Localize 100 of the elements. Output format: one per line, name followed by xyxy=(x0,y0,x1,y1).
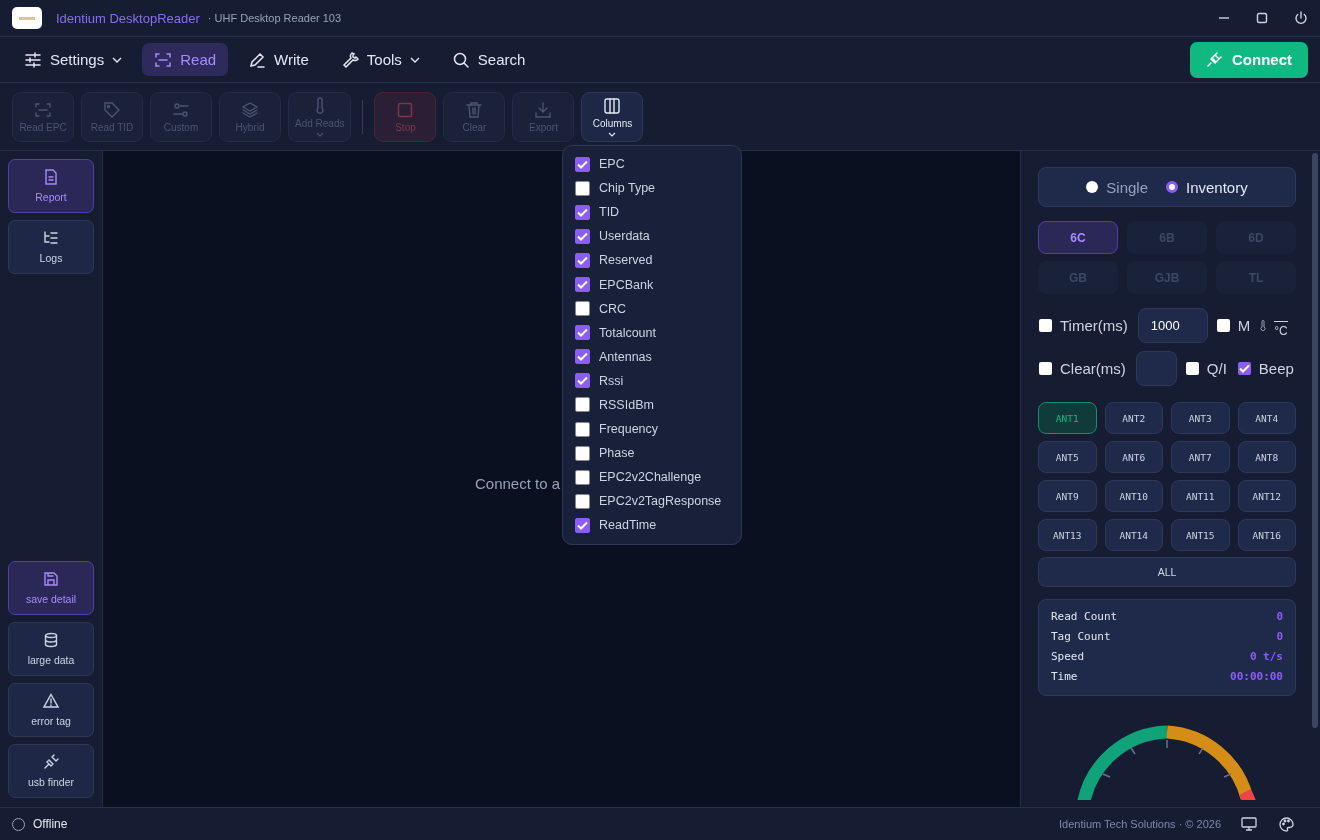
pencil-icon xyxy=(248,50,267,69)
menu-item-label[interactable]: EPC xyxy=(599,157,625,172)
list-icon xyxy=(43,230,59,246)
stat-value: 0 xyxy=(1276,610,1283,623)
antenna-button[interactable]: ANT5 xyxy=(1038,441,1097,473)
antenna-button[interactable]: ANT6 xyxy=(1104,441,1163,473)
menu-item-label[interactable]: Chip Type xyxy=(599,181,656,196)
checkbox[interactable] xyxy=(575,325,590,341)
menu-item-label[interactable]: ReadTime xyxy=(599,518,657,533)
checkbox[interactable] xyxy=(575,252,590,268)
checkbox-label: Q/I xyxy=(1206,360,1227,377)
checkbox[interactable] xyxy=(575,469,590,485)
timer-input[interactable]: 1000 xyxy=(1137,308,1208,343)
sidebar-item[interactable]: usb finder xyxy=(8,744,94,798)
monitor-icon[interactable] xyxy=(1241,817,1257,831)
menu-item-label[interactable]: Reserved xyxy=(599,253,653,268)
wrench-icon xyxy=(340,50,359,69)
checkbox[interactable] xyxy=(575,493,590,509)
tag-icon xyxy=(103,100,121,119)
menu-item-label[interactable]: RSSIdBm xyxy=(599,398,654,412)
checkbox[interactable] xyxy=(1216,319,1230,332)
checkbox[interactable] xyxy=(575,445,590,461)
antenna-button[interactable]: ANT2 xyxy=(1104,402,1163,434)
checkbox[interactable] xyxy=(1237,362,1251,375)
menu-item-label[interactable]: Rssi xyxy=(599,373,624,388)
sliders-icon xyxy=(172,100,190,119)
radio-button[interactable] xyxy=(1166,181,1178,193)
maximize-icon[interactable] xyxy=(1256,12,1268,24)
menu-item-label[interactable]: Userdata xyxy=(599,229,650,244)
menu-item-label[interactable]: EPCBank xyxy=(599,277,654,292)
menu-item-label[interactable]: EPC2v2TagResponse xyxy=(599,494,722,509)
protocol-button[interactable]: 6C xyxy=(1038,221,1118,254)
radio-label[interactable]: Inventory xyxy=(1186,178,1248,196)
power-icon[interactable] xyxy=(1294,11,1308,25)
antenna-button[interactable]: ANT4 xyxy=(1237,402,1296,434)
antenna-button[interactable]: ANT3 xyxy=(1171,402,1230,434)
nav-tab[interactable]: Search xyxy=(439,43,538,76)
checkbox[interactable] xyxy=(575,301,590,317)
antenna-button[interactable]: ANT15 xyxy=(1171,519,1230,551)
checkbox[interactable] xyxy=(575,204,590,220)
checkbox[interactable] xyxy=(1039,319,1052,332)
clear-input[interactable] xyxy=(1135,351,1177,386)
antenna-button[interactable]: ANT1 xyxy=(1038,402,1097,434)
nav-tab[interactable]: Write xyxy=(236,43,321,76)
menu-item-label[interactable]: Totalcount xyxy=(599,325,656,340)
checkbox[interactable] xyxy=(575,373,590,389)
database-icon xyxy=(43,632,59,648)
antenna-button[interactable]: ANT12 xyxy=(1237,480,1296,512)
checkbox[interactable] xyxy=(575,277,590,292)
radio-label[interactable]: Single xyxy=(1106,178,1148,196)
palette-icon[interactable] xyxy=(1279,816,1294,832)
menu-item-label[interactable]: CRC xyxy=(599,301,627,316)
sidebar-item[interactable]: error tag xyxy=(8,683,94,737)
antenna-button[interactable]: ANT11 xyxy=(1171,480,1230,512)
checkbox[interactable] xyxy=(575,517,590,533)
scan-icon xyxy=(154,50,173,69)
toolbar-button[interactable]: Columns xyxy=(581,91,644,142)
checkbox[interactable] xyxy=(1185,362,1199,375)
square-icon xyxy=(396,100,415,119)
menu-item-label[interactable]: TID xyxy=(599,205,620,220)
checkbox[interactable] xyxy=(575,397,590,413)
radio-button[interactable] xyxy=(1086,181,1099,193)
menu-item-label[interactable]: EPC2v2Challenge xyxy=(599,470,702,485)
sidebar-item[interactable]: Logs xyxy=(8,220,94,274)
usb-icon xyxy=(43,754,59,770)
checkbox[interactable] xyxy=(575,349,590,365)
checkbox[interactable] xyxy=(1039,362,1052,375)
checkbox-label: Beep xyxy=(1258,360,1294,377)
plug-icon xyxy=(1206,51,1222,68)
menu-item-label[interactable]: Frequency xyxy=(599,422,659,437)
antenna-button[interactable]: ANT9 xyxy=(1038,480,1097,512)
antenna-button[interactable]: ANT8 xyxy=(1237,441,1296,473)
antenna-button[interactable]: ANT16 xyxy=(1237,519,1296,551)
checkbox[interactable] xyxy=(575,421,590,437)
nav-tab[interactable]: Read xyxy=(142,43,229,76)
all-antennas-button[interactable]: ALL xyxy=(1038,557,1296,587)
download-icon xyxy=(534,100,553,119)
menu-item-label[interactable]: Antennas xyxy=(599,349,652,364)
stat-value: 00:00:00 xyxy=(1230,670,1283,683)
nav-tab[interactable]: Settings xyxy=(12,43,135,76)
checkbox-label: Timer(ms) xyxy=(1060,317,1128,334)
nav-tab[interactable]: Tools xyxy=(328,43,432,76)
sidebar-item[interactable]: Report xyxy=(8,159,94,213)
checkbox[interactable] xyxy=(575,180,590,196)
checkbox-label: M xyxy=(1237,317,1251,334)
stat-value: 0 t/s xyxy=(1249,650,1283,663)
checkbox-label: Clear(ms) xyxy=(1060,360,1126,377)
menu-item-label[interactable]: Phase xyxy=(599,446,635,461)
antenna-button[interactable]: ANT13 xyxy=(1038,519,1097,551)
footer-text: Identium Tech Solutions · © 2026 xyxy=(1059,818,1221,830)
sidebar-item[interactable]: large data xyxy=(8,622,94,676)
connection-status: Offline xyxy=(33,817,68,831)
stat-label: Read Count xyxy=(1051,610,1118,623)
scrollbar-thumb[interactable] xyxy=(1312,153,1318,728)
antenna-button[interactable]: ANT10 xyxy=(1104,480,1163,512)
antenna-button[interactable]: ANT14 xyxy=(1104,519,1163,551)
sidebar-item[interactable]: save detail xyxy=(8,561,94,615)
checkbox[interactable] xyxy=(575,156,590,172)
checkbox[interactable] xyxy=(575,228,590,244)
antenna-button[interactable]: ANT7 xyxy=(1171,441,1230,473)
